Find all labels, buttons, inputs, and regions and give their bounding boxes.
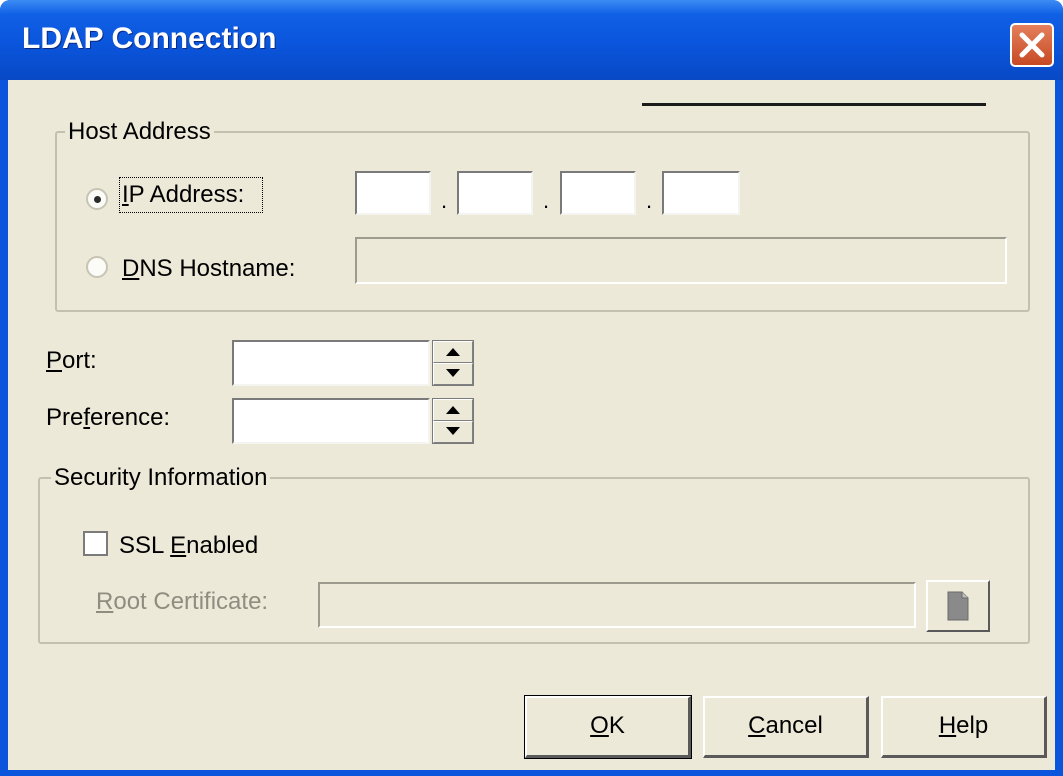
ssl-label-mnemonic: E (170, 532, 187, 559)
document-icon (947, 591, 969, 621)
port-label: Port: (46, 347, 97, 375)
root-certificate-field[interactable] (318, 582, 916, 628)
dns-hostname-field[interactable] (355, 237, 1007, 284)
ldap-connection-dialog: LDAP Connection Host Address IP Address:… (0, 0, 1063, 776)
pref-label-pre: Pre (46, 404, 84, 431)
dns-hostname-radio[interactable] (86, 256, 108, 278)
ip-octet-4[interactable] (662, 171, 740, 215)
dialog-body: Host Address IP Address: . . . DNS Hostn… (8, 80, 1055, 770)
preference-label: Preference: (46, 404, 170, 432)
ip-octet-2[interactable] (457, 171, 533, 215)
down-arrow-icon (446, 427, 460, 435)
browse-certificate-button[interactable] (926, 580, 990, 632)
cert-label-post: oot Certificate: (113, 588, 269, 615)
port-input[interactable] (232, 340, 430, 386)
dns-label-mnemonic: D (122, 255, 140, 282)
preference-input[interactable] (232, 398, 430, 444)
radio-selected-dot (94, 196, 101, 203)
spin-down-button[interactable] (433, 421, 473, 443)
ip-label-post: P Address: (128, 181, 245, 208)
ok-button[interactable]: OK (524, 695, 692, 759)
ok-label-mnemonic: O (590, 712, 609, 739)
ip-separator: . (646, 188, 653, 213)
ssl-label-pre: SSL (119, 532, 171, 559)
close-icon (1019, 32, 1045, 58)
ssl-enabled-checkbox[interactable] (83, 531, 108, 556)
security-group-label: Security Information (51, 464, 271, 492)
cancel-button[interactable]: Cancel (703, 696, 869, 758)
port-spinner[interactable] (432, 340, 474, 386)
ip-octet-3[interactable] (560, 171, 636, 215)
preference-spinner[interactable] (432, 398, 474, 444)
ip-separator: . (543, 188, 550, 213)
host-address-group-label: Host Address (65, 118, 214, 146)
dns-hostname-label[interactable]: DNS Hostname: (122, 255, 295, 283)
ok-label-post: K (608, 712, 625, 739)
help-label-post: elp (956, 712, 989, 739)
window-title: LDAP Connection (22, 22, 277, 55)
ip-separator: . (441, 188, 448, 213)
ip-address-label[interactable]: IP Address: (122, 181, 244, 209)
up-arrow-icon (446, 348, 460, 356)
dns-label-post: NS Hostname: (139, 255, 296, 282)
port-label-post: ort: (62, 347, 97, 374)
close-button[interactable] (1010, 23, 1054, 67)
help-label-mnemonic: H (938, 712, 957, 739)
ssl-label-post: nabled (186, 532, 259, 559)
host-address-group (55, 131, 1030, 312)
help-button[interactable]: Help (881, 696, 1047, 758)
ip-label-mnemonic: I (122, 181, 129, 208)
cancel-label-mnemonic: C (748, 712, 766, 739)
cancel-label-post: ancel (765, 712, 823, 739)
title-bar[interactable]: LDAP Connection (0, 0, 1063, 80)
root-certificate-label: Root Certificate: (96, 588, 268, 616)
ip-octet-1[interactable] (355, 171, 431, 215)
spin-up-button[interactable] (433, 341, 473, 363)
up-arrow-icon (446, 406, 460, 414)
port-label-mnemonic: P (46, 347, 63, 374)
pref-label-post: erence: (90, 404, 171, 431)
spin-up-button[interactable] (433, 399, 473, 421)
ssl-enabled-label[interactable]: SSL Enabled (119, 532, 258, 560)
cert-label-mnemonic: R (96, 588, 114, 615)
spin-down-button[interactable] (433, 363, 473, 385)
down-arrow-icon (446, 369, 460, 377)
ip-address-radio[interactable] (86, 188, 108, 210)
divider (642, 103, 986, 106)
